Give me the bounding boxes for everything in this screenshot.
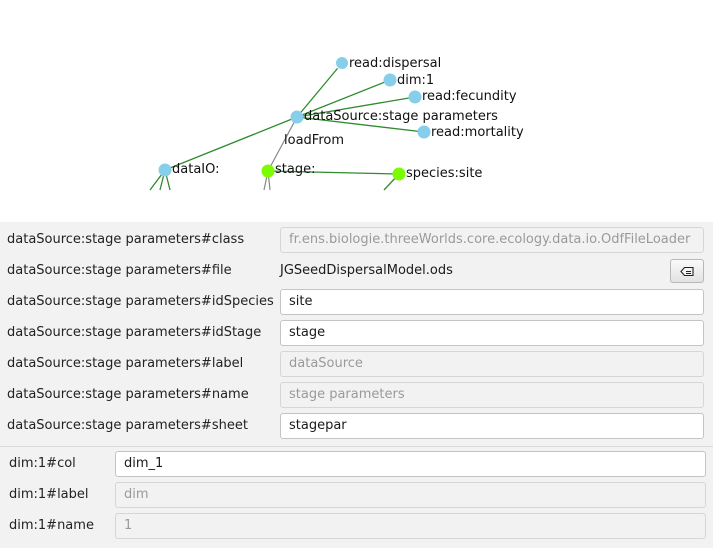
property-label-dim-label: dim:1#label	[9, 487, 89, 502]
node-label: dim:1	[397, 73, 434, 88]
edge-label-loadfrom: loadFrom	[284, 133, 344, 148]
eraser-icon	[680, 266, 694, 276]
property-label-dim-name: dim:1#name	[9, 518, 94, 533]
node-label: read:dispersal	[349, 56, 441, 71]
property-label-sheet: dataSource:stage parameters#sheet	[7, 418, 248, 433]
class-field[interactable]: fr.ens.biologie.threeWorlds.core.ecology…	[280, 227, 704, 253]
file-value: JGSeedDispersalModel.ods	[280, 263, 453, 278]
graph-node-read-mortality[interactable]: read:mortality	[417, 125, 525, 140]
graph-node-species-site[interactable]: species:site	[392, 166, 483, 181]
dim-label-field[interactable]: dim	[115, 482, 706, 508]
file-clear-button[interactable]	[670, 259, 704, 283]
idspecies-field[interactable]: site	[280, 289, 704, 315]
property-sheet: dataSource:stage parameters#class fr.ens…	[0, 222, 713, 548]
graph-node-read-dispersal[interactable]: read:dispersal	[335, 56, 442, 71]
property-label-name: dataSource:stage parameters#name	[7, 387, 249, 402]
node-label: read:fecundity	[422, 89, 517, 104]
graph-node-datasource[interactable]: dataSource:stage parameters	[290, 109, 499, 124]
node-label: read:mortality	[431, 125, 524, 140]
node-label: dataSource:stage parameters	[304, 109, 498, 124]
graph-node-read-fecundity[interactable]: read:fecundity	[408, 89, 517, 104]
property-label-idstage: dataSource:stage parameters#idStage	[7, 325, 262, 340]
property-label-label: dataSource:stage parameters#label	[7, 356, 244, 371]
property-label-class: dataSource:stage parameters#class	[7, 232, 245, 247]
graph-node-stage[interactable]: stage:	[261, 162, 316, 178]
node-label: stage:	[275, 162, 315, 177]
property-label-idspecies: dataSource:stage parameters#idSpecies	[7, 294, 274, 309]
dim-name-field[interactable]: 1	[115, 513, 706, 539]
node-label: dataIO:	[172, 162, 220, 177]
node-label: species:site	[406, 166, 482, 181]
graph-canvas[interactable]: loadFrom read:dispersal dim:1 read:fecun…	[0, 0, 713, 222]
property-label-file: dataSource:stage parameters#file	[7, 263, 232, 278]
dim-col-field[interactable]: dim_1	[115, 451, 706, 477]
section-divider	[0, 446, 713, 447]
name-field[interactable]: stage parameters	[280, 382, 704, 408]
graph-node-dim1[interactable]: dim:1	[383, 73, 435, 88]
label-field[interactable]: dataSource	[280, 351, 704, 377]
sheet-field[interactable]: stagepar	[280, 413, 704, 439]
property-label-dim-col: dim:1#col	[9, 456, 76, 471]
graph-node-dataio[interactable]: dataIO:	[158, 162, 220, 177]
graph-view[interactable]: loadFrom read:dispersal dim:1 read:fecun…	[0, 0, 713, 222]
idstage-field[interactable]: stage	[280, 320, 704, 346]
